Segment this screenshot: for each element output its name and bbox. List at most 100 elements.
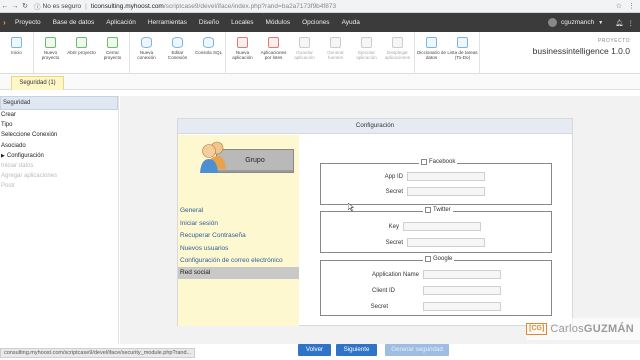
sidebar: Seguridad Crear Tipo Seleccione Conexión…: [0, 96, 119, 344]
close-project-button[interactable]: Cerrar proyecto: [97, 32, 128, 73]
reload-icon[interactable]: ↻: [20, 2, 30, 10]
sidebar-item-postr: Postr: [1, 183, 16, 190]
sidebar-item-tipo[interactable]: Tipo: [0, 120, 118, 130]
google-secret-label: Secret: [370, 303, 388, 310]
twitter-secret-input[interactable]: [407, 238, 485, 247]
data-dictionary-button[interactable]: Diccionario de datos: [416, 32, 447, 73]
run-application-button[interactable]: Ejecutar aplicación: [351, 32, 382, 73]
app-logo-icon[interactable]: ›: [0, 13, 9, 32]
menu-red-social[interactable]: Red social: [178, 267, 299, 279]
google-secret-input[interactable]: [423, 302, 501, 311]
open-project-button[interactable]: Abrir proyecto: [66, 32, 97, 73]
client-id-input[interactable]: [423, 286, 501, 295]
app-id-label: App ID: [384, 173, 403, 180]
todo-list-label: Lista de tareas (To-Do): [447, 50, 478, 61]
save-icon: [299, 37, 310, 48]
app-menubar: › Proyecto Base de datos Aplicación Herr…: [0, 13, 640, 32]
deploy-applications-button[interactable]: Desplegar aplicaciones: [382, 32, 413, 73]
toolbar-group-tools: Diccionario de datos Lista de tareas (To…: [415, 32, 480, 73]
toolbar-group-project: Nuevo proyecto Abrir proyecto Cerrar pro…: [34, 32, 130, 73]
menu-opciones[interactable]: Opciones: [296, 19, 335, 26]
edit-connection-label: Editar Conexión: [167, 50, 188, 61]
user-menu[interactable]: cguzmanch ▼ 🔔︎ ⋮: [548, 18, 640, 27]
data-dictionary-label: Diccionario de datos: [416, 50, 447, 61]
edit-connection-button[interactable]: Editar Conexión: [162, 32, 193, 73]
twitter-secret-row: Secret: [321, 238, 485, 247]
sidebar-item-configuracion[interactable]: ▶ Configuración: [0, 151, 118, 161]
cloud-upload-icon: [392, 37, 403, 48]
configuration-panel: Configuración Grupo General Iniciar sesi…: [177, 118, 573, 326]
google-checkbox[interactable]: [425, 256, 431, 262]
menu-ayuda[interactable]: Ayuda: [336, 19, 366, 26]
sidebar-header: Seguridad: [0, 96, 118, 110]
menu-kebab-icon[interactable]: ⋮: [628, 19, 635, 27]
new-application-button[interactable]: Nueva aplicación: [227, 32, 258, 73]
tab-seguridad[interactable]: Seguridad (1): [11, 76, 64, 90]
save-application-button[interactable]: Guardar aplicación: [289, 32, 320, 73]
sidebar-item-agregar-aplicaciones: Agregar aplicaciones: [1, 173, 58, 180]
menu-configuracion-correo[interactable]: Configuración de correo electrónico: [180, 257, 283, 264]
users-icon: [200, 141, 226, 173]
twitter-fieldset: Twitter Key Secret: [320, 207, 552, 253]
home-button[interactable]: Inicio: [1, 32, 32, 73]
new-project-button[interactable]: Nuevo proyecto: [35, 32, 66, 73]
run-application-label: Ejecutar aplicación: [356, 50, 377, 61]
watermark: [CG] CarlosGUZMÁN: [526, 318, 640, 340]
sidebar-item-seleccione-conexion[interactable]: Seleccione Conexión: [0, 130, 118, 140]
watermark-name: CarlosGUZMÁN: [550, 323, 634, 335]
generate-sources-button[interactable]: Generar fuentes: [320, 32, 351, 73]
menu-nuevos-usuarios[interactable]: Nuevos usuarios: [180, 245, 228, 252]
menu-locales[interactable]: Locales: [225, 19, 259, 26]
key-label: Key: [388, 223, 399, 230]
back-arrow-icon[interactable]: ←: [0, 3, 10, 10]
twitter-legend-label: Twitter: [433, 207, 451, 213]
watermark-first-name: Carlos: [550, 323, 584, 335]
new-connection-button[interactable]: Nueva conexión: [131, 32, 162, 73]
close-project-label: Cerrar proyecto: [103, 50, 122, 61]
twitter-checkbox[interactable]: [425, 207, 431, 213]
sidebar-item-asociado[interactable]: Asociado: [0, 141, 118, 151]
facebook-secret-input[interactable]: [407, 187, 485, 196]
menu-iniciar-sesion[interactable]: Iniciar sesión: [180, 220, 218, 227]
generate-security-button[interactable]: Generar seguridad: [385, 344, 449, 356]
key-input[interactable]: [403, 222, 481, 231]
facebook-checkbox[interactable]: [421, 159, 427, 165]
application-name-label: Application Name: [371, 271, 419, 278]
info-icon[interactable]: ⓘ: [34, 1, 41, 11]
batch-applications-label: Aplicaciones por lotes: [260, 50, 287, 61]
sql-console-button[interactable]: Consola SQL: [193, 32, 224, 73]
application-name-input[interactable]: [423, 270, 501, 279]
watermark-logo: [CG]: [526, 323, 548, 335]
menu-general[interactable]: General: [180, 207, 203, 214]
menu-recuperar-contrasena[interactable]: Recuperar Contraseña: [180, 232, 246, 239]
back-button[interactable]: Volver: [298, 344, 331, 356]
app-id-input[interactable]: [407, 172, 485, 181]
bell-icon[interactable]: 🔔︎: [615, 19, 623, 27]
status-url: consulting.myhoost.com/scriptcase9/devel…: [0, 348, 196, 358]
menu-kebab-icon[interactable]: ⋮: [628, 2, 635, 10]
menu-aplicacion[interactable]: Aplicación: [100, 19, 142, 26]
google-fieldset: Google Application Name Client ID Secret: [320, 256, 552, 316]
star-icon[interactable]: ☆: [616, 2, 622, 10]
menu-proyecto[interactable]: Proyecto: [9, 19, 47, 26]
menu-base-de-datos[interactable]: Base de datos: [47, 19, 101, 26]
url-path[interactable]: /scriptcase9/devel/iface/index.php?rand=…: [164, 3, 336, 10]
group-button[interactable]: Grupo: [216, 149, 294, 173]
facebook-secret-label: Secret: [385, 188, 403, 195]
menu-herramientas[interactable]: Herramientas: [142, 19, 193, 26]
todo-list-button[interactable]: Lista de tareas (To-Do): [447, 32, 478, 73]
menu-modulos[interactable]: Módulos: [260, 19, 297, 26]
next-button[interactable]: Siguiente: [336, 344, 377, 356]
batch-applications-button[interactable]: Aplicaciones por lotes: [258, 32, 289, 73]
sidebar-item-crear[interactable]: Crear: [0, 110, 118, 120]
project-info: PROYECTO businessintelligence 1.0.0: [533, 32, 640, 73]
chevron-down-icon: ▼: [598, 19, 604, 26]
gear-icon: [330, 37, 341, 48]
open-project-label: Abrir proyecto: [67, 50, 96, 55]
forward-arrow-icon[interactable]: →: [10, 3, 20, 10]
google-secret-row: Secret: [321, 302, 501, 311]
url-host[interactable]: ticonsulting.myhoost.com: [91, 3, 164, 10]
menu-diseno[interactable]: Diseño: [193, 19, 225, 26]
checklist-icon: [457, 37, 468, 48]
database-edit-icon: [172, 37, 183, 48]
